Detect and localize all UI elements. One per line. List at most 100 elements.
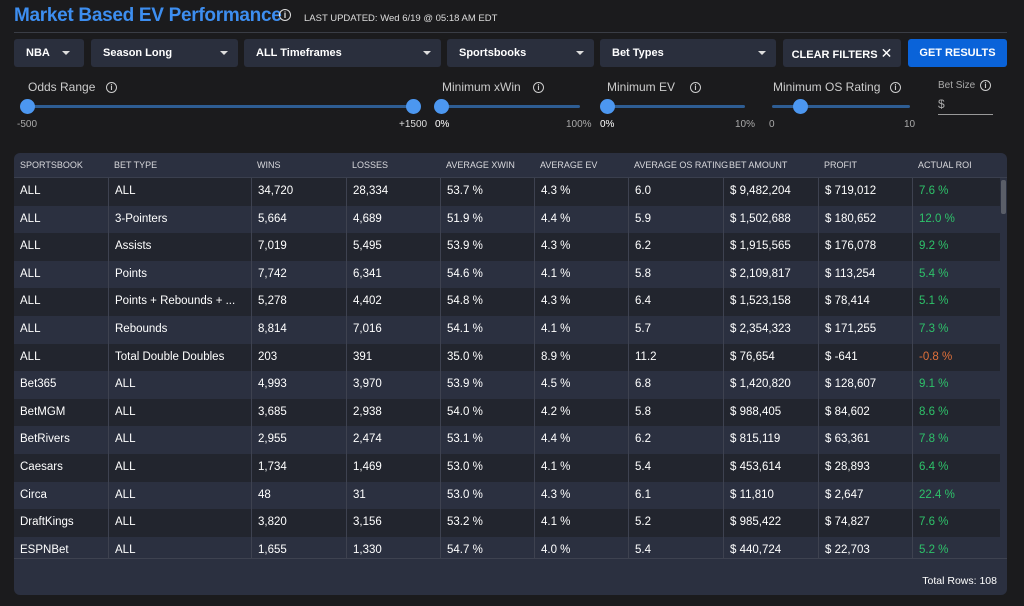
table-row[interactable]: BetMGM ALL 3,685 2,938 54.0 % 4.2 % 5.8 $ 988,4… bbox=[14, 398, 1000, 427]
table-cell: 4.1 % bbox=[534, 509, 628, 537]
table-row[interactable]: ALL 3-Pointers 5,664 4,689 51.9 % 4.4 % 5.9 $ 1… bbox=[14, 205, 1000, 234]
table-row[interactable]: Bet365 ALL 4,993 3,970 53.9 % 4.5 % 6.8 $ 1,420… bbox=[14, 371, 1000, 399]
table-cell: $ 84,602 bbox=[818, 398, 912, 427]
info-icon[interactable]: i bbox=[890, 82, 901, 93]
column-header[interactable]: ACTUAL ROI bbox=[918, 160, 972, 170]
xwin-track[interactable] bbox=[441, 105, 580, 108]
table-cell: $ 28,893 bbox=[818, 453, 912, 482]
table-cell: $ 2,647 bbox=[818, 481, 912, 510]
os-thumb[interactable] bbox=[792, 99, 808, 114]
table-row[interactable]: DraftKings ALL 3,820 3,156 53.2 % 4.1 % 5.2 $ 9… bbox=[14, 509, 1000, 537]
column-header[interactable]: SPORTSBOOK bbox=[20, 160, 83, 170]
table-cell: 4,993 bbox=[251, 371, 346, 399]
total-rows: Total Rows: 108 bbox=[922, 575, 997, 587]
table-cell: 3,970 bbox=[346, 371, 440, 399]
table-cell: 3,156 bbox=[346, 509, 440, 537]
table-cell: Total Double Doubles bbox=[108, 343, 251, 372]
table-cell: 203 bbox=[251, 343, 346, 372]
table-row[interactable]: ALL ALL 34,720 28,334 53.7 % 4.3 % 6.0 $ 9,482,… bbox=[14, 178, 1000, 206]
column-header[interactable]: LOSSES bbox=[352, 160, 388, 170]
table-row[interactable]: ESPNBet ALL 1,655 1,330 54.7 % 4.0 % 5.4 $ 440,… bbox=[14, 536, 1000, 558]
get-results-button[interactable]: GET RESULTS bbox=[908, 39, 1007, 67]
table-cell: $ 22,703 bbox=[818, 536, 912, 558]
table-row[interactable]: ALL Assists 7,019 5,495 53.9 % 4.3 % 6.2 $ 1,91… bbox=[14, 233, 1000, 261]
chevron-down-icon bbox=[423, 51, 431, 55]
column-header[interactable]: AVERAGE OS RATING bbox=[634, 160, 728, 170]
info-icon[interactable]: i bbox=[690, 82, 701, 93]
table-row[interactable]: ALL Total Double Doubles 203 391 35.0 % 8.9 %… bbox=[14, 343, 1000, 372]
table-cell: 54.8 % bbox=[440, 288, 534, 316]
ev-track[interactable] bbox=[607, 105, 745, 108]
bet-types-select[interactable]: Bet Types bbox=[600, 39, 776, 67]
table-cell: 4.1 % bbox=[534, 315, 628, 344]
table-cell: 2,938 bbox=[346, 398, 440, 427]
info-icon[interactable]: i bbox=[980, 80, 991, 91]
table-cell: 35.0 % bbox=[440, 343, 534, 372]
table-cell: 7.6 % bbox=[912, 509, 1000, 537]
odds-min-thumb[interactable] bbox=[20, 99, 35, 114]
info-icon[interactable]: i bbox=[106, 82, 117, 93]
table-cell: $ 440,724 bbox=[723, 536, 818, 558]
table-cell: 5.2 bbox=[628, 509, 723, 537]
table-cell: 7.3 % bbox=[912, 315, 1000, 344]
info-icon[interactable]: i bbox=[533, 82, 544, 93]
table-row[interactable]: ALL Points + Rebounds + ... 5,278 4,402 54.8… bbox=[14, 288, 1000, 316]
ev-thumb[interactable] bbox=[600, 99, 615, 114]
table-cell: ESPNBet bbox=[20, 543, 69, 556]
table-cell: ALL bbox=[108, 426, 251, 454]
table-cell: 3,820 bbox=[251, 509, 346, 537]
column-header[interactable]: AVERAGE EV bbox=[540, 160, 597, 170]
bet-size-input[interactable]: $ bbox=[938, 94, 993, 115]
table-cell: 5,278 bbox=[251, 288, 346, 316]
column-header[interactable]: AVERAGE XWIN bbox=[446, 160, 515, 170]
table-cell: 4.1 % bbox=[534, 453, 628, 482]
odds-max-thumb[interactable] bbox=[406, 99, 421, 114]
table-cell: 54.6 % bbox=[440, 260, 534, 289]
sportsbooks-select[interactable]: Sportsbooks bbox=[447, 39, 594, 67]
table-row[interactable]: ALL Points 7,742 6,341 54.6 % 4.1 % 5.8 $ 2,109… bbox=[14, 260, 1000, 289]
table-cell: $ 76,654 bbox=[723, 343, 818, 372]
table-row[interactable]: Circa ALL 48 31 53.0 % 4.3 % 6.1 $ 11,810 $ 2,64… bbox=[14, 481, 1000, 510]
table-cell: 8.9 % bbox=[534, 343, 628, 372]
min-xwin-label: Minimum xWin bbox=[442, 80, 521, 94]
table-cell: $ 9,482,204 bbox=[723, 178, 818, 206]
timeframe-select[interactable]: ALL Timeframes bbox=[244, 39, 441, 67]
info-icon[interactable]: i bbox=[279, 9, 291, 21]
ev-min-label: 0% bbox=[600, 119, 615, 130]
table-row[interactable]: ALL Rebounds 8,814 7,016 54.1 % 4.1 % 5.7 $ 2,3… bbox=[14, 315, 1000, 344]
column-header[interactable]: PROFIT bbox=[824, 160, 857, 170]
table-cell: 7,742 bbox=[251, 260, 346, 289]
column-header[interactable]: BET AMOUNT bbox=[729, 160, 787, 170]
league-value: NBA bbox=[26, 47, 50, 59]
table-cell: 6.1 bbox=[628, 481, 723, 510]
table-row[interactable]: Caesars ALL 1,734 1,469 53.0 % 4.1 % 5.4 $ 453,… bbox=[14, 453, 1000, 482]
table-cell: $ 74,827 bbox=[818, 509, 912, 537]
scrollbar-thumb[interactable] bbox=[1001, 180, 1006, 214]
table-cell: $ 985,422 bbox=[723, 509, 818, 537]
table-cell: Circa bbox=[20, 488, 47, 501]
odds-min-label: -500 bbox=[17, 119, 38, 130]
table-cell: 6.4 % bbox=[912, 453, 1000, 482]
table-cell: 2,955 bbox=[251, 426, 346, 454]
table-cell: BetMGM bbox=[20, 405, 66, 418]
table-cell: 4.4 % bbox=[534, 205, 628, 234]
league-select[interactable]: NBA bbox=[14, 39, 84, 67]
table-cell: 7.8 % bbox=[912, 426, 1000, 454]
clear-filters-button[interactable]: CLEAR FILTERS ✕ bbox=[783, 39, 901, 67]
xwin-thumb[interactable] bbox=[434, 99, 449, 114]
column-header[interactable]: WINS bbox=[257, 160, 281, 170]
table-cell: Points + Rebounds + ... bbox=[108, 288, 251, 316]
table-cell: ALL bbox=[20, 267, 41, 280]
table-cell: ALL bbox=[20, 350, 41, 363]
column-header[interactable]: BET TYPE bbox=[114, 160, 157, 170]
table-cell: 53.2 % bbox=[440, 509, 534, 537]
table-cell: -0.8 % bbox=[912, 343, 1000, 372]
scrollbar[interactable] bbox=[1000, 178, 1007, 558]
table-row[interactable]: BetRivers ALL 2,955 2,474 53.1 % 4.4 % 6.2 $ 81… bbox=[14, 426, 1000, 454]
table-cell: 5.9 bbox=[628, 205, 723, 234]
season-select[interactable]: Season Long bbox=[91, 39, 238, 67]
table-cell: $ 78,414 bbox=[818, 288, 912, 316]
odds-range-track[interactable] bbox=[27, 105, 415, 108]
table-cell: 4.3 % bbox=[534, 233, 628, 261]
table-cell: 4.4 % bbox=[534, 426, 628, 454]
